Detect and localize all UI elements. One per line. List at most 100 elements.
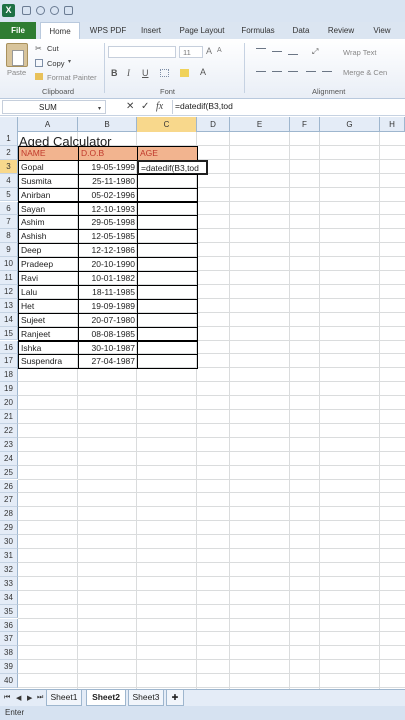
column-header-e[interactable]: E <box>230 117 290 132</box>
row-header-6[interactable]: 6 <box>0 201 18 216</box>
dob-cell[interactable]: 20-07-1980 <box>78 312 138 328</box>
name-cell[interactable]: Deep <box>18 243 79 259</box>
header-cell-age[interactable]: AGE <box>137 145 198 161</box>
column-header-c[interactable]: C <box>137 117 197 132</box>
select-all-corner[interactable] <box>0 117 18 132</box>
sheet-tab-sheet2[interactable]: Sheet2 <box>86 690 126 706</box>
fill-color-icon[interactable] <box>180 69 189 77</box>
cut-button[interactable]: Cut <box>47 44 59 53</box>
grow-font-icon[interactable]: A <box>206 46 212 56</box>
age-cell[interactable] <box>137 187 198 203</box>
tab-insert[interactable]: Insert <box>134 22 168 39</box>
row-header-25[interactable]: 25 <box>0 465 18 480</box>
row-header-27[interactable]: 27 <box>0 493 18 508</box>
age-cell[interactable] <box>137 354 198 370</box>
row-header-28[interactable]: 28 <box>0 507 18 522</box>
tab-home[interactable]: Home <box>40 22 80 39</box>
age-cell[interactable] <box>137 243 198 259</box>
dob-cell[interactable]: 19-09-1989 <box>78 298 138 314</box>
row-header-33[interactable]: 33 <box>0 576 18 591</box>
tab-page-layout[interactable]: Page Layout <box>174 22 230 39</box>
row-header-13[interactable]: 13 <box>0 298 18 313</box>
increase-indent-icon[interactable] <box>322 71 332 72</box>
cut-icon[interactable]: ✂ <box>35 44 44 53</box>
align-bottom-icon[interactable] <box>288 54 298 55</box>
column-header-h[interactable]: H <box>380 117 405 132</box>
dob-cell[interactable]: 25-11-1980 <box>78 173 138 189</box>
name-box[interactable]: SUM <box>2 100 106 114</box>
quick-access-customize-icon[interactable] <box>64 6 73 15</box>
tab-view[interactable]: View <box>366 22 398 39</box>
row-header-16[interactable]: 16 <box>0 340 18 355</box>
row-header-35[interactable]: 35 <box>0 604 18 619</box>
row-header-1[interactable]: 1 <box>0 132 18 146</box>
last-sheet-icon[interactable]: ⏭ <box>37 694 43 702</box>
save-icon[interactable] <box>22 6 31 15</box>
age-cell[interactable] <box>137 257 198 272</box>
name-cell[interactable]: Ravi <box>18 271 79 286</box>
row-header-14[interactable]: 14 <box>0 312 18 327</box>
row-header-31[interactable]: 31 <box>0 549 18 563</box>
dob-cell[interactable]: 12-12-1986 <box>78 243 138 259</box>
row-header-4[interactable]: 4 <box>0 173 18 188</box>
tab-wps-pdf[interactable]: WPS PDF <box>86 22 130 39</box>
confirm-entry-button[interactable]: ✓ <box>141 101 149 113</box>
name-cell[interactable]: Sayan <box>18 201 79 217</box>
column-header-d[interactable]: D <box>197 117 230 132</box>
italic-button[interactable]: I <box>127 68 130 78</box>
tab-file[interactable]: File <box>0 22 36 39</box>
first-sheet-icon[interactable]: ⏮ <box>4 694 10 702</box>
age-cell[interactable] <box>137 326 198 342</box>
format-painter-icon[interactable] <box>35 73 43 80</box>
name-cell[interactable]: Ashish <box>18 229 79 245</box>
row-header-5[interactable]: 5 <box>0 187 18 202</box>
name-cell[interactable]: Sujeet <box>18 312 79 328</box>
dob-cell[interactable]: 05-02-1996 <box>78 187 138 203</box>
row-header-40[interactable]: 40 <box>0 674 18 688</box>
dob-cell[interactable]: 20-10-1990 <box>78 257 138 272</box>
row-header-12[interactable]: 12 <box>0 284 18 299</box>
name-cell[interactable]: Ashim <box>18 215 79 231</box>
row-header-38[interactable]: 38 <box>0 646 18 661</box>
dob-cell[interactable]: 30-10-1987 <box>78 340 138 356</box>
align-center-icon[interactable] <box>272 71 282 72</box>
borders-icon[interactable] <box>160 69 169 77</box>
header-cell-name[interactable]: NAME <box>18 145 79 161</box>
age-cell[interactable] <box>137 298 198 314</box>
row-header-24[interactable]: 24 <box>0 451 18 466</box>
row-header-34[interactable]: 34 <box>0 590 18 605</box>
undo-icon[interactable] <box>36 6 45 15</box>
bold-button[interactable]: B <box>111 68 118 78</box>
row-header-18[interactable]: 18 <box>0 368 18 383</box>
font-name-box[interactable] <box>108 46 176 58</box>
copy-icon[interactable] <box>35 59 43 67</box>
dob-cell[interactable]: 18-11-1985 <box>78 284 138 300</box>
dob-cell[interactable]: 27-04-1987 <box>78 354 138 370</box>
decrease-indent-icon[interactable] <box>306 71 316 72</box>
align-right-icon[interactable] <box>288 71 298 72</box>
align-middle-icon[interactable] <box>272 51 282 52</box>
row-header-21[interactable]: 21 <box>0 410 18 424</box>
age-cell[interactable] <box>137 173 198 189</box>
prev-sheet-icon[interactable]: ◀ <box>16 694 21 702</box>
row-header-9[interactable]: 9 <box>0 243 18 258</box>
age-cell[interactable] <box>137 312 198 328</box>
name-cell[interactable]: Susmita <box>18 173 79 189</box>
name-box-dropdown-icon[interactable]: ▾ <box>98 103 101 115</box>
dob-cell[interactable]: 12-10-1993 <box>78 201 138 217</box>
tab-formulas[interactable]: Formulas <box>236 22 280 39</box>
paste-button[interactable]: Paste <box>7 68 26 77</box>
row-header-3[interactable]: 3 <box>0 159 18 174</box>
age-cell[interactable] <box>137 271 198 286</box>
column-header-g[interactable]: G <box>320 117 380 132</box>
format-painter-button[interactable]: Format Painter <box>47 73 97 82</box>
row-header-26[interactable]: 26 <box>0 479 18 494</box>
row-header-32[interactable]: 32 <box>0 562 18 577</box>
age-cell[interactable] <box>137 229 198 245</box>
row-header-15[interactable]: 15 <box>0 326 18 341</box>
dob-cell[interactable]: 12-05-1985 <box>78 229 138 245</box>
name-cell[interactable]: Pradeep <box>18 257 79 272</box>
sheet-tab-sheet3[interactable]: Sheet3 <box>128 690 164 706</box>
name-cell[interactable]: Lalu <box>18 284 79 300</box>
sheet-tab-sheet1[interactable]: Sheet1 <box>46 690 82 706</box>
